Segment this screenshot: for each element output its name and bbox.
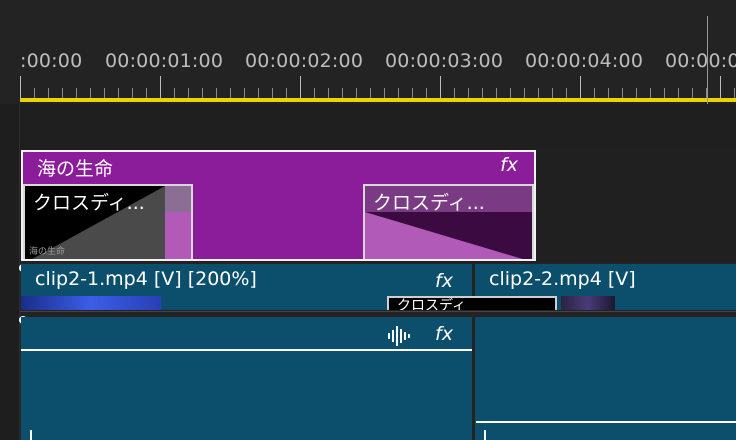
clip-title: clip2-2.mp4 [V] xyxy=(489,268,636,290)
timecode-5: 00:00:0 xyxy=(665,50,736,72)
fx-badge-icon[interactable]: fx xyxy=(435,270,453,292)
timecode-0: :00:00 xyxy=(20,50,83,72)
ruler-ticks xyxy=(20,76,735,98)
nested-clip-title: 海の生命 xyxy=(37,158,114,180)
transition-label: クロスディ xyxy=(397,298,467,310)
cross-dissolve-transition-overlap[interactable]: クロスディ xyxy=(387,296,557,310)
playhead-line[interactable] xyxy=(707,16,708,104)
volume-keyframe-line[interactable] xyxy=(21,349,472,351)
transition-label: クロスディ... xyxy=(373,192,485,214)
volume-keyframe-line[interactable] xyxy=(476,421,736,423)
audio-clip-1[interactable]: fx xyxy=(21,317,472,440)
nested-sequence-clip[interactable]: 海の生命 fx クロスディ... 海の生命 クロスディ... xyxy=(21,150,536,261)
clip-title: clip2-1.mp4 [V] [200%] xyxy=(35,268,257,290)
transition-label: クロスディ... xyxy=(33,192,145,214)
timecode-2: 00:00:02:00 xyxy=(245,50,364,72)
time-ruler[interactable]: :00:00 00:00:01:00 00:00:02:00 00:00:03:… xyxy=(0,0,736,104)
clip-thumbnail xyxy=(561,296,615,310)
track-divider xyxy=(20,311,736,312)
cross-dissolve-transition-left[interactable]: クロスディ... 海の生命 xyxy=(23,184,193,259)
thumbnail-label: 海の生命 xyxy=(29,247,66,257)
fx-badge-icon[interactable]: fx xyxy=(500,154,518,176)
empty-track-area[interactable] xyxy=(20,104,736,148)
audio-waveform-icon[interactable] xyxy=(387,325,411,347)
timecode-1: 00:00:01:00 xyxy=(105,50,224,72)
clip-thumbnail xyxy=(21,296,161,310)
timecode-3: 00:00:03:00 xyxy=(385,50,504,72)
cross-dissolve-transition-right[interactable]: クロスディ... xyxy=(363,184,534,259)
fx-badge-icon[interactable]: fx xyxy=(435,323,453,345)
clip-marker-icon xyxy=(30,430,32,440)
clip-marker-icon xyxy=(484,430,486,440)
work-area-bar[interactable] xyxy=(20,98,736,102)
timecode-4: 00:00:04:00 xyxy=(525,50,644,72)
